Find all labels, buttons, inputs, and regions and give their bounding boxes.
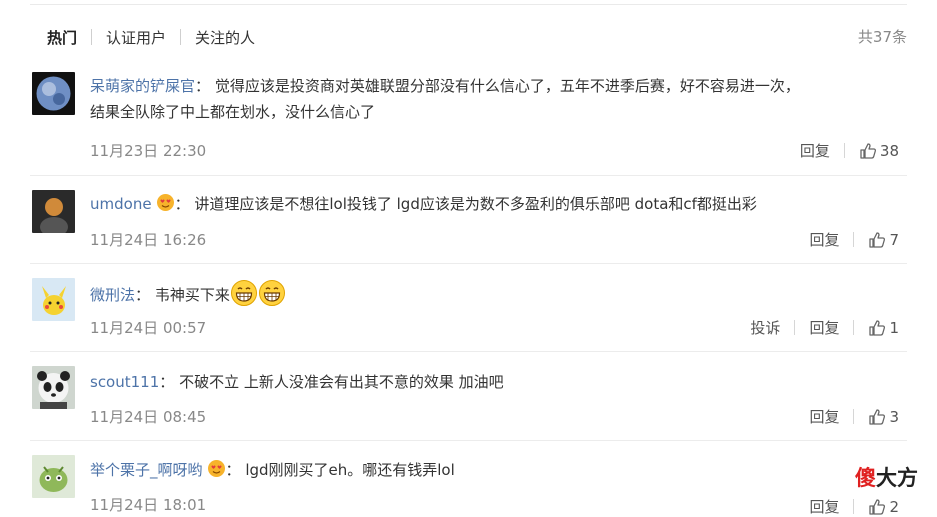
comment-body: 呆萌家的铲屎官： 觉得应该是投资商对英雄联盟分部没有什么信心了，五年不进季后赛，…: [90, 73, 899, 125]
watermark: 傻大方: [855, 462, 918, 492]
like-count: 3: [889, 407, 899, 426]
action-divider: [843, 143, 845, 158]
like-button[interactable]: 3: [868, 408, 899, 426]
action-divider: [794, 320, 796, 335]
tab-divider: [91, 29, 93, 45]
pikachu-avatar-icon: [32, 278, 75, 321]
report-button[interactable]: 投诉: [750, 317, 780, 338]
username-link[interactable]: 微刑法: [90, 286, 135, 304]
comment-time: 11月24日 16:26: [90, 231, 207, 249]
comment-item: 举个栗子_啊呀哟 ： lgd刚刚买了eh。哪还有钱弄lol 11月24日 18:0…: [30, 441, 907, 517]
thumbs-up-icon: [869, 319, 886, 336]
colon: ：: [159, 373, 175, 391]
action-divider: [853, 409, 855, 424]
comment-item: 微刑法： 韦神买下来 11月24日 00:57 投诉 回复 1: [30, 264, 907, 352]
planet-avatar-icon: [32, 72, 75, 115]
like-button[interactable]: 38: [859, 142, 899, 160]
comment-text: 不破不立 上新人没准会有出其不意的效果 加油吧: [179, 373, 504, 391]
action-divider: [853, 320, 855, 335]
colon: ：: [174, 195, 190, 213]
comment-text: 觉得应该是投资商对英雄联盟分部没有什么信心了，五年不进季后赛，好不容易进一次，: [214, 77, 800, 95]
avatar[interactable]: [32, 72, 75, 115]
like-button[interactable]: 7: [868, 231, 899, 249]
comment-body: umdone ： 讲道理应该是不想往lol投钱了 lgd应该是为数不多盈利的俱乐部…: [90, 191, 899, 220]
reply-button[interactable]: 回复: [800, 140, 830, 161]
comment-item: umdone ： 讲道理应该是不想往lol投钱了 lgd应该是为数不多盈利的俱乐部…: [30, 176, 907, 264]
username-link[interactable]: umdone: [90, 195, 152, 213]
tab-hot[interactable]: 热门: [47, 27, 77, 48]
comment-body: scout111： 不破不立 上新人没准会有出其不意的效果 加油吧: [90, 369, 899, 395]
comment-panel: 热门 认证用户 关注的人 共37条 呆萌家的铲屎官： 觉得应该是投资商对英雄联盟…: [0, 0, 937, 517]
grin-emoji-icon: [258, 279, 286, 315]
tab-following[interactable]: 关注的人: [195, 27, 255, 48]
comment-body: 举个栗子_啊呀哟 ： lgd刚刚买了eh。哪还有钱弄lol: [90, 457, 899, 486]
like-count: 2: [889, 497, 899, 516]
watermark-part1: 傻: [855, 466, 876, 490]
heart-eyes-badge-icon: [207, 459, 226, 486]
thumbs-up-icon: [860, 142, 876, 159]
comment-actions: 回复 38: [800, 140, 899, 161]
comment-time: 11月23日 22:30: [90, 142, 207, 160]
comment-count: 共37条: [857, 28, 907, 46]
grin-emoji-icon: [230, 279, 258, 315]
panda-avatar-icon: [32, 366, 75, 409]
comment-body: 微刑法： 韦神买下来: [90, 279, 899, 315]
comment-actions: 回复 7: [809, 229, 899, 250]
thumbs-up-icon: [869, 408, 886, 425]
username-link[interactable]: 呆萌家的铲屎官: [90, 77, 195, 95]
comment-text: 讲道理应该是不想往lol投钱了 lgd应该是为数不多盈利的俱乐部吧 dota和c…: [194, 195, 757, 213]
avatar[interactable]: [32, 366, 75, 409]
avatar[interactable]: [32, 190, 75, 233]
username-link[interactable]: 举个栗子_啊呀哟: [90, 461, 203, 479]
comment-text: lgd刚刚买了eh。哪还有钱弄lol: [245, 461, 455, 479]
tab-divider: [180, 29, 182, 45]
dark-figure-avatar-icon: [32, 190, 75, 233]
like-count: 38: [879, 141, 899, 160]
comment-time: 11月24日 18:01: [90, 496, 207, 514]
comment-text-continued: 结果全队除了中上都在划水，没什么信心了: [90, 103, 376, 121]
green-creature-avatar-icon: [32, 455, 75, 498]
comment-tabs: 热门 认证用户 关注的人: [47, 24, 255, 50]
colon: ：: [135, 286, 151, 304]
avatar[interactable]: [32, 455, 75, 498]
heart-eyes-badge-icon: [156, 193, 175, 220]
comment-text: 韦神买下来: [154, 286, 230, 304]
thumbs-up-icon: [869, 231, 886, 248]
reply-button[interactable]: 回复: [809, 229, 839, 250]
comment-time: 11月24日 00:57: [90, 319, 207, 337]
reply-button[interactable]: 回复: [809, 406, 839, 427]
comment-actions: 回复 2: [809, 496, 899, 517]
comment-actions: 投诉 回复 1: [750, 317, 899, 338]
watermark-part2: 大方: [876, 466, 918, 490]
comment-item: scout111： 不破不立 上新人没准会有出其不意的效果 加油吧 11月24日…: [30, 352, 907, 441]
like-count: 7: [889, 230, 899, 249]
colon: ：: [225, 461, 241, 479]
reply-button[interactable]: 回复: [809, 496, 839, 517]
tab-verified-users[interactable]: 认证用户: [106, 27, 166, 48]
comment-time: 11月24日 08:45: [90, 408, 207, 426]
like-button[interactable]: 1: [868, 319, 899, 337]
action-divider: [853, 499, 855, 514]
action-divider: [853, 232, 855, 247]
username-link[interactable]: scout111: [90, 373, 159, 391]
reply-button[interactable]: 回复: [809, 317, 839, 338]
comment-actions: 回复 3: [809, 406, 899, 427]
top-divider: [30, 4, 907, 5]
thumbs-up-icon: [869, 498, 886, 515]
like-button[interactable]: 2: [868, 498, 899, 516]
like-count: 1: [889, 318, 899, 337]
avatar[interactable]: [32, 278, 75, 321]
comment-item: 呆萌家的铲屎官： 觉得应该是投资商对英雄联盟分部没有什么信心了，五年不进季后赛，…: [30, 66, 907, 176]
colon: ：: [195, 77, 211, 95]
